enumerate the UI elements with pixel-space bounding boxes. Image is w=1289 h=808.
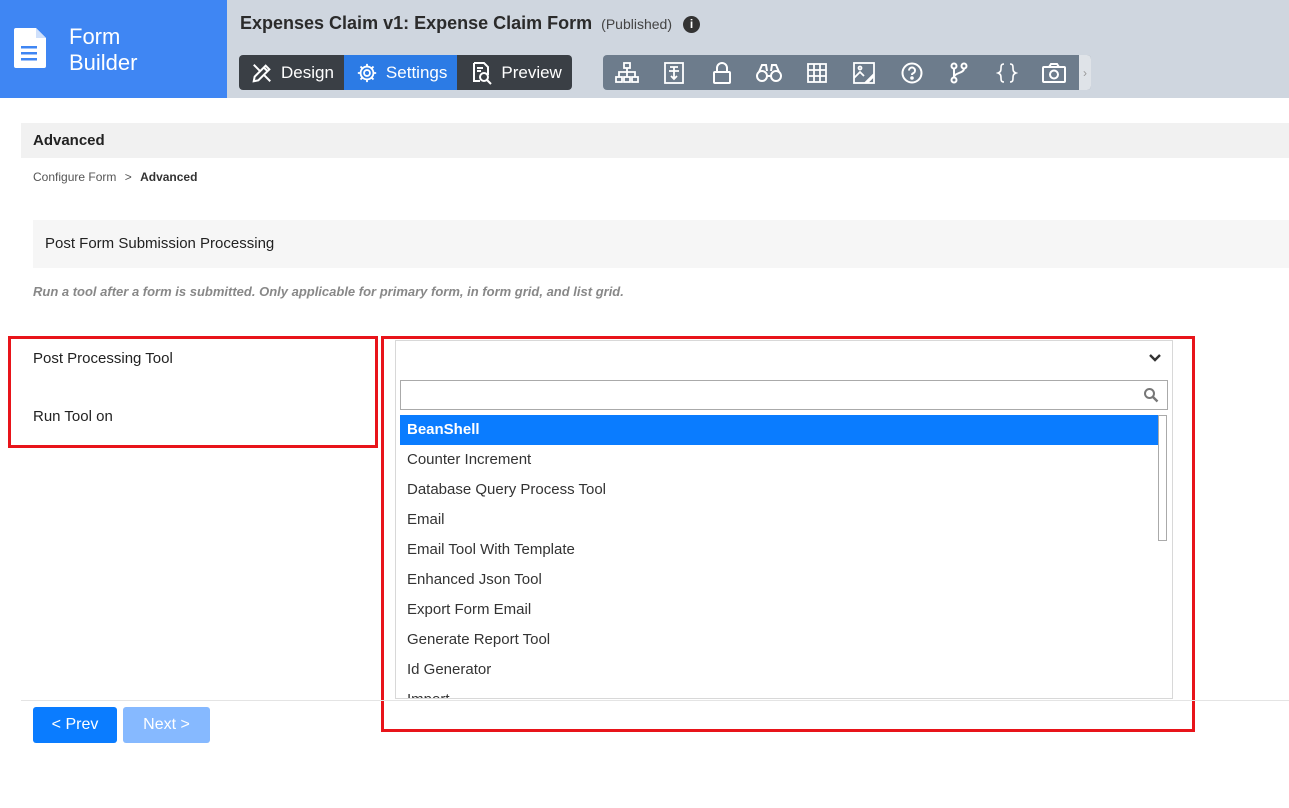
brand-block[interactable]: Form Builder	[0, 0, 227, 98]
highlight-box-labels	[8, 336, 378, 448]
document-icon	[14, 28, 46, 73]
preview-mode-label: Preview	[501, 62, 562, 82]
hierarchy-icon[interactable]	[603, 61, 651, 84]
section-title: Advanced	[21, 123, 1289, 158]
brand-line-1: Form	[69, 24, 121, 49]
brand-line-2: Builder	[69, 50, 138, 75]
grid-icon[interactable]	[793, 62, 841, 83]
binoculars-icon[interactable]	[746, 63, 794, 83]
breadcrumb-separator: >	[124, 170, 132, 184]
tools-toolbar: ›	[603, 55, 1091, 90]
camera-icon[interactable]	[1031, 62, 1079, 83]
design-mode-label: Design	[281, 62, 334, 82]
form-title: Expenses Claim v1: Expense Claim Form (P…	[240, 13, 701, 34]
brand-name: Form Builder	[69, 24, 137, 76]
top-bar: Form Builder Expenses Claim v1: Expense …	[0, 0, 1289, 98]
form-field-icon[interactable]	[651, 61, 699, 84]
mode-switcher: Design Settings Preview	[239, 55, 572, 90]
design-tools-icon	[252, 63, 271, 83]
gear-icon	[357, 63, 377, 82]
next-button[interactable]: Next >	[123, 707, 210, 743]
form-status: (Published)	[601, 16, 672, 32]
subsection-title: Post Form Submission Processing	[33, 220, 1289, 268]
footer-divider	[21, 700, 1289, 701]
info-icon[interactable]: i	[683, 16, 701, 33]
lock-icon[interactable]	[698, 61, 746, 84]
breadcrumb: Configure Form > Advanced	[33, 170, 197, 184]
form-title-text: Expenses Claim v1: Expense Claim Form	[240, 13, 593, 33]
breadcrumb-parent[interactable]: Configure Form	[33, 170, 116, 184]
settings-mode-label: Settings	[385, 62, 448, 82]
design-mode-button[interactable]: Design	[239, 55, 344, 90]
prev-button[interactable]: < Prev	[33, 707, 117, 743]
image-edit-icon[interactable]	[841, 61, 889, 84]
breadcrumb-current: Advanced	[140, 170, 198, 184]
preview-icon	[473, 61, 493, 85]
preview-mode-button[interactable]: Preview	[457, 55, 571, 90]
toolbar-more-button[interactable]: ›	[1079, 55, 1091, 90]
help-icon[interactable]	[888, 62, 936, 84]
branch-icon[interactable]	[936, 62, 984, 84]
code-braces-icon[interactable]	[983, 62, 1031, 84]
settings-mode-button[interactable]: Settings	[343, 55, 458, 90]
subsection-description: Run a tool after a form is submitted. On…	[33, 284, 624, 299]
highlight-box-dropdown	[381, 336, 1195, 732]
